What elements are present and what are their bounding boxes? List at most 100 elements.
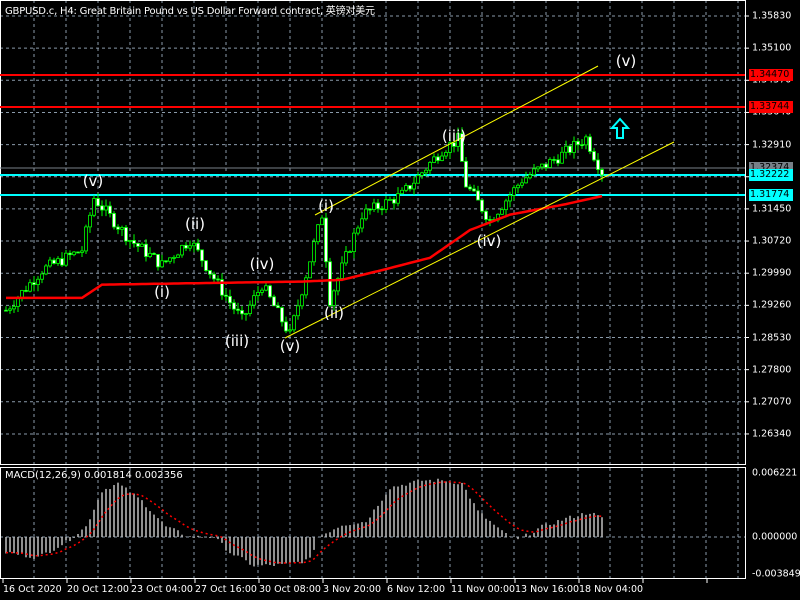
bull-candle	[260, 289, 264, 293]
bear-candle	[200, 249, 204, 262]
bear-candle	[116, 226, 120, 230]
bear-candle	[240, 310, 244, 315]
bear-candle	[108, 205, 112, 214]
price-axis-label: 1.35830	[752, 10, 792, 22]
wave-label: (iii)	[224, 332, 250, 350]
main-pane-border	[0, 0, 746, 465]
bull-candle	[84, 226, 88, 252]
wave-label: (v)	[82, 172, 104, 190]
bull-candle	[244, 313, 248, 315]
bear-candle	[408, 185, 412, 190]
bear-candle	[588, 136, 592, 152]
bull-candle	[188, 245, 192, 249]
bear-candle	[436, 156, 440, 161]
macd-axis-label: -0.003849	[752, 568, 800, 580]
time-axis-label: 27 Oct 16:00	[195, 584, 257, 595]
wave-label: (v)	[279, 337, 301, 355]
price-axis-label: 1.30720	[752, 235, 792, 247]
bear-candle	[60, 258, 64, 266]
bull-candle	[300, 294, 304, 307]
bull-candle	[396, 193, 400, 204]
bull-candle	[348, 251, 352, 253]
bear-candle	[132, 240, 136, 244]
bull-candle	[176, 254, 180, 258]
bear-candle	[544, 163, 548, 168]
bull-candle	[404, 185, 408, 191]
bear-candle	[580, 144, 584, 147]
wave-label: (iv)	[249, 255, 275, 273]
price-chart[interactable]	[0, 0, 800, 600]
bear-candle	[24, 290, 28, 292]
bear-candle	[392, 198, 396, 204]
bear-candle	[232, 302, 236, 310]
bear-candle	[472, 188, 476, 192]
bear-candle	[280, 307, 284, 323]
bear-candle	[32, 282, 36, 285]
bull-candle	[180, 244, 184, 256]
bear-candle	[272, 296, 276, 307]
bull-candle	[92, 198, 96, 216]
bear-candle	[328, 261, 332, 306]
bull-candle	[308, 261, 312, 279]
bear-candle	[164, 260, 168, 263]
bull-candle	[400, 189, 404, 195]
bull-candle	[508, 194, 512, 202]
bear-candle	[196, 242, 200, 251]
bull-candle	[440, 155, 444, 161]
price-axis-label: 1.31450	[752, 203, 792, 215]
bull-candle	[44, 265, 48, 275]
bear-candle	[236, 308, 240, 311]
bull-candle	[356, 227, 360, 234]
bull-candle	[148, 253, 152, 257]
bear-candle	[144, 243, 148, 257]
bull-candle	[500, 209, 504, 215]
bear-candle	[484, 210, 488, 220]
bear-candle	[368, 208, 372, 211]
resistance-price-tag: 1.34470	[749, 69, 793, 81]
macd-axis-label: 0.000000	[752, 531, 798, 543]
bear-candle	[124, 227, 128, 242]
price-axis-label: 1.27070	[752, 396, 792, 408]
bear-candle	[96, 198, 100, 207]
bull-candle	[192, 242, 196, 247]
price-axis-label: 1.28530	[752, 332, 792, 343]
price-axis-label: 1.35100	[752, 42, 792, 54]
bull-candle	[428, 162, 432, 171]
time-axis-label: 6 Nov 12:00	[387, 584, 446, 595]
bull-candle	[172, 256, 176, 259]
bear-candle	[4, 309, 8, 312]
time-axis-label: 11 Nov 00:00	[451, 584, 516, 595]
bull-candle	[120, 227, 124, 230]
bear-candle	[156, 254, 160, 268]
bull-candle	[584, 136, 588, 146]
time-axis-label: 3 Nov 20:00	[323, 584, 382, 595]
wave-label: (iv)	[476, 232, 502, 250]
bear-candle	[276, 305, 280, 309]
bull-candle	[264, 285, 268, 291]
bear-candle	[52, 259, 56, 264]
bull-candle	[536, 166, 540, 170]
bull-candle	[444, 152, 448, 157]
bull-candle	[384, 199, 388, 210]
bull-candle	[296, 305, 300, 317]
bull-candle	[364, 208, 368, 220]
bull-candle	[140, 243, 144, 247]
bear-candle	[268, 285, 272, 298]
bull-candle	[540, 163, 544, 168]
bull-candle	[48, 259, 52, 267]
bull-candle	[312, 241, 316, 263]
bull-candle	[248, 304, 252, 314]
wave-label: (i)	[318, 197, 334, 215]
bear-candle	[464, 160, 468, 188]
bear-candle	[212, 273, 216, 280]
wave-label: (ii)	[323, 304, 345, 322]
wave-label: (ii)	[184, 215, 206, 233]
bull-candle	[344, 251, 348, 264]
bear-candle	[228, 296, 232, 304]
time-axis-label: 20 Oct 12:00	[67, 584, 129, 595]
bear-candle	[216, 278, 220, 281]
bear-candle	[596, 159, 600, 170]
bull-candle	[532, 168, 536, 176]
bull-candle	[548, 159, 552, 168]
bear-candle	[184, 244, 188, 249]
